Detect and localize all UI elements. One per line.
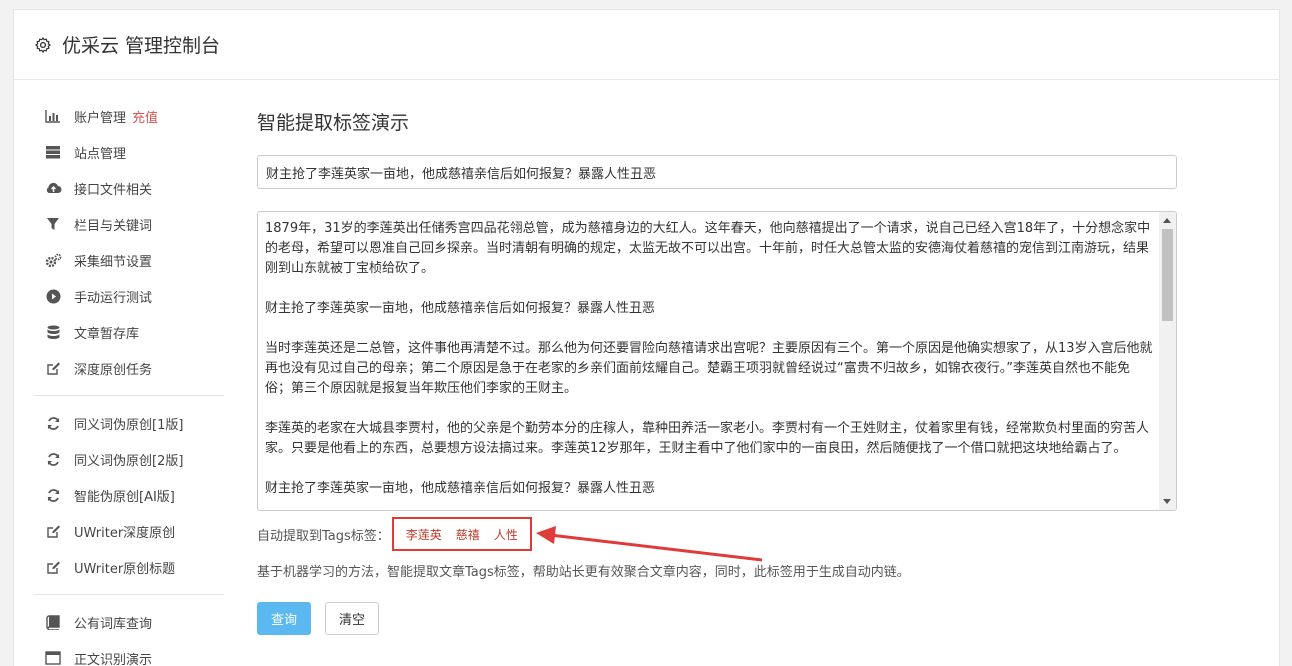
annotation-arrow-icon [536, 526, 763, 562]
sidebar-item-columns-keywords[interactable]: 栏目与关键词 [34, 206, 224, 242]
article-title-value: 财主抢了李莲英家一亩地，他成慈禧亲信后如何报复？暴露人性丑恶 [266, 166, 657, 182]
edit-icon [44, 359, 62, 377]
sidebar-item-label: 文章暂存库 [74, 326, 140, 342]
article-content: 1879年，31岁的李莲英出任储秀宫四品花翎总管，成为慈禧身边的大红人。这年春天… [258, 212, 1176, 510]
query-button[interactable]: 查询 [257, 602, 311, 635]
sidebar-item-sites[interactable]: 站点管理 [34, 134, 224, 170]
sidebar-item-label: 接口文件相关 [74, 182, 153, 198]
sidebar-item-uwriter-deep[interactable]: UWriter深度原创 [34, 513, 224, 549]
sidebar-item-label: 同义词伪原创[2版] [74, 453, 184, 469]
sidebar-item-ai-rewrite[interactable]: 智能伪原创[AI版] [34, 477, 224, 513]
sidebar-item-public-lexicon[interactable]: 公有词库查询 [34, 604, 224, 640]
database-icon [44, 323, 62, 341]
sidebar-item-api-files[interactable]: 接口文件相关 [34, 170, 224, 206]
content-paragraph: 1879年，31岁的李莲英出任储秀宫四品花翎总管，成为慈禧身边的大红人。这年春天… [265, 221, 1151, 276]
sidebar: 账户管理 充值 站点管理 接口文件相关 栏目与关键词 采集细节设置 手动运行测试… [34, 98, 224, 666]
sidebar-item-label: 采集细节设置 [74, 254, 153, 270]
sidebar-item-synonym-v1[interactable]: 同义词伪原创[1版] [34, 405, 224, 441]
content-paragraph: 财主抢了李莲英家一亩地，他成慈禧亲信后如何报复？暴露人性丑恶 [265, 481, 656, 496]
sidebar-item-deep-original[interactable]: 深度原创任务 [34, 350, 224, 386]
sidebar-item-text-recognition[interactable]: 正文识别演示 [34, 640, 224, 666]
sidebar-item-label: 账户管理 [74, 110, 127, 126]
scrollbar-thumb[interactable] [1162, 229, 1173, 321]
tag-item[interactable]: 慈禧 [456, 526, 480, 543]
app-title: 优采云 管理控制台 [62, 35, 221, 57]
bar-chart-icon [44, 107, 62, 125]
clear-button[interactable]: 清空 [325, 602, 379, 635]
sidebar-item-label: 站点管理 [74, 146, 127, 162]
refresh-icon [44, 450, 62, 468]
window-icon [44, 649, 62, 666]
tags-highlight-box: 李莲英 慈禧 人性 [391, 517, 532, 551]
recharge-link[interactable]: 充值 [132, 107, 158, 126]
page-title: 智能提取标签演示 [257, 112, 410, 134]
content-paragraph: 财主抢了李莲英家一亩地，他成慈禧亲信后如何报复？暴露人性丑恶 [265, 301, 656, 316]
vertical-scrollbar[interactable] [1159, 212, 1176, 510]
cloud-upload-icon [44, 179, 62, 197]
content-paragraph: 李莲英的老家在大城县李贾村，他的父亲是个勤劳本分的庄稼人，靠种田养活一家老小。李… [265, 421, 1150, 456]
edit-icon [44, 522, 62, 540]
sidebar-item-article-storage[interactable]: 文章暂存库 [34, 314, 224, 350]
scroll-up-arrow-icon[interactable] [1163, 218, 1171, 223]
filter-icon [44, 215, 62, 233]
tags-label: 自动提取到Tags标签： [257, 528, 390, 544]
cogs-icon [44, 251, 62, 269]
sidebar-item-label: 深度原创任务 [74, 362, 153, 378]
play-icon [44, 287, 62, 305]
sidebar-item-label: 栏目与关键词 [74, 218, 153, 234]
book-icon [44, 613, 62, 631]
scroll-down-arrow-icon[interactable] [1163, 499, 1171, 504]
tag-item[interactable]: 李莲英 [406, 526, 442, 543]
action-buttons: 查询 清空 [257, 602, 1178, 635]
refresh-icon [44, 486, 62, 504]
gear-icon [35, 36, 51, 53]
sidebar-divider [34, 395, 224, 396]
sidebar-item-uwriter-title[interactable]: UWriter原创标题 [34, 549, 224, 585]
sidebar-item-label: 正文识别演示 [74, 652, 153, 666]
sidebar-item-manual-run[interactable]: 手动运行测试 [34, 278, 224, 314]
sidebar-item-label: UWriter深度原创 [74, 525, 176, 541]
sidebar-item-label: 公有词库查询 [74, 616, 153, 632]
sidebar-item-label: 智能伪原创[AI版] [74, 489, 175, 505]
sidebar-item-label: 手动运行测试 [74, 290, 153, 306]
sidebar-item-account[interactable]: 账户管理 充值 [34, 98, 224, 134]
header: 优采云 管理控制台 [14, 10, 1279, 80]
edit-icon [44, 558, 62, 576]
sidebar-divider [34, 594, 224, 595]
server-icon [44, 143, 62, 161]
sidebar-item-label: 同义词伪原创[1版] [74, 417, 184, 433]
tag-item[interactable]: 人性 [494, 526, 518, 543]
content-paragraph: 当时李莲英还是二总管，这件事他再清楚不过。那么他为何还要冒险向慈禧请求出宫呢？主… [265, 341, 1153, 396]
sidebar-item-collect-settings[interactable]: 采集细节设置 [34, 242, 224, 278]
sidebar-item-synonym-v2[interactable]: 同义词伪原创[2版] [34, 441, 224, 477]
article-content-textarea[interactable]: 1879年，31岁的李莲英出任储秀宫四品花翎总管，成为慈禧身边的大红人。这年春天… [257, 211, 1177, 511]
sidebar-item-label: UWriter原创标题 [74, 561, 176, 577]
refresh-icon [44, 414, 62, 432]
article-title-input[interactable]: 财主抢了李莲英家一亩地，他成慈禧亲信后如何报复？暴露人性丑恶 [257, 155, 1177, 189]
